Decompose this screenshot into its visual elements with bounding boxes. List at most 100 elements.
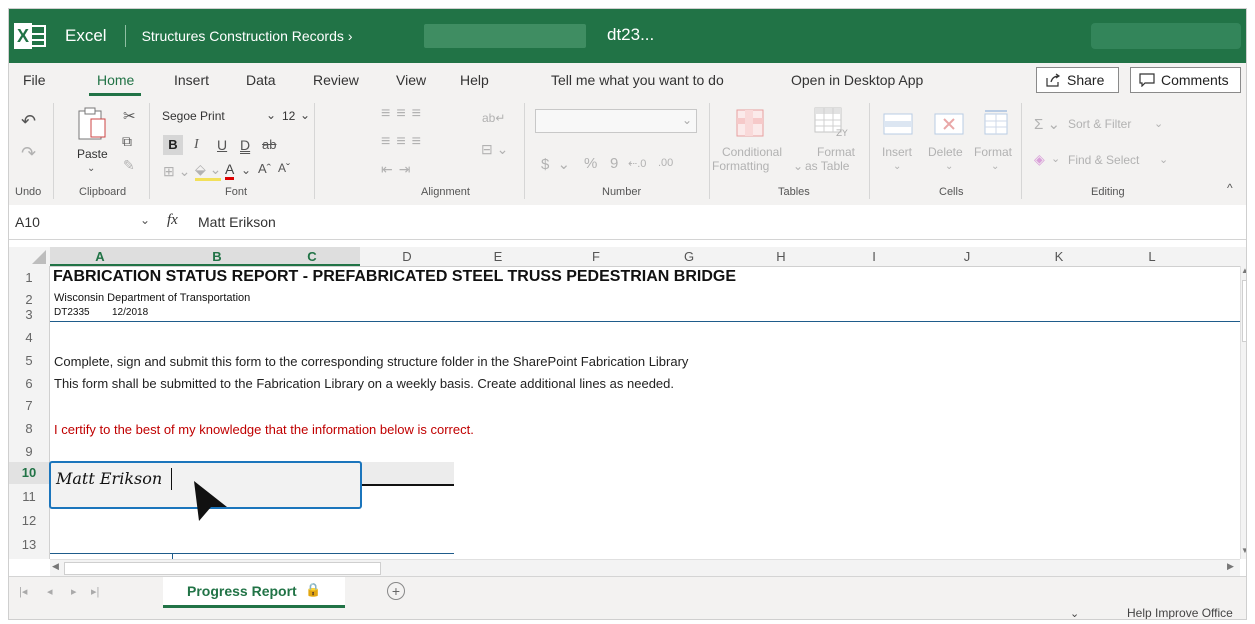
cell-a2[interactable]: Wisconsin Department of Transportation [54,292,250,304]
column-header-l[interactable]: L [1102,249,1202,264]
paste-label[interactable]: Paste [77,147,108,161]
increase-decimal-icon[interactable]: ⇠.0 [628,157,646,170]
column-header-b[interactable]: B [167,249,267,264]
cell-a5[interactable]: Complete, sign and submit this form to t… [54,354,688,369]
percent-icon[interactable]: % [584,155,597,172]
font-size-chevron-icon[interactable]: ⌄ [300,108,310,122]
italic-icon[interactable]: I [194,137,199,153]
delete-label[interactable]: Delete [928,145,963,159]
vertical-align-icons[interactable]: ≡≡≡ [381,105,427,123]
tab-view[interactable]: View [396,72,426,88]
strikethrough-icon[interactable]: ab [262,137,276,152]
row-header-5[interactable]: 5 [9,353,49,368]
format-as-table-icon[interactable]: ZY [814,107,848,137]
add-sheet-icon[interactable]: + [387,582,405,600]
format-as-table-label-2[interactable]: as Table [805,159,849,173]
clear-chevron-icon[interactable]: ⌄ [1051,152,1060,165]
row-header-13[interactable]: 13 [9,537,49,552]
open-desktop-app[interactable]: Open in Desktop App [791,72,923,88]
delete-cells-icon[interactable] [934,113,964,135]
column-header-i[interactable]: I [824,249,924,264]
delete-chevron-icon[interactable]: ⌄ [945,161,953,172]
column-header-f[interactable]: F [546,249,646,264]
collapse-ribbon-icon[interactable]: ^ [1227,181,1233,195]
as-table-chevron-icon[interactable]: ⌄ [793,159,803,173]
conditional-formatting-label-2[interactable]: Formatting [712,159,769,173]
redacted-account[interactable] [1091,23,1241,49]
breadcrumb[interactable]: Structures Construction Records [142,28,344,44]
scroll-up-icon[interactable]: ▲ [1241,266,1246,275]
copy-icon[interactable]: ⧉ [122,133,132,150]
insert-label[interactable]: Insert [882,145,912,159]
next-sheet-icon[interactable]: ▸ [71,585,77,598]
vertical-scrollbar[interactable]: ▲ ▼ [1240,266,1246,559]
name-box-chevron-icon[interactable]: ⌄ [140,213,150,227]
sheet-tab-progress-report[interactable]: Progress Report 🔒 [163,577,345,608]
currency-icon[interactable]: $ ⌄ [541,155,572,173]
format-as-table-label[interactable]: Format [817,145,855,159]
scroll-down-icon[interactable]: ▼ [1241,546,1246,555]
app-name[interactable]: Excel [65,26,107,46]
conditional-formatting-label[interactable]: Conditional [720,145,784,159]
redo-icon[interactable]: ↷ [21,143,36,164]
font-color-chevron-icon[interactable]: ⌄ [241,163,251,177]
vertical-scroll-thumb[interactable] [1242,280,1246,342]
horizontal-align-icons[interactable]: ≡≡≡ [381,133,427,151]
undo-icon[interactable]: ↶ [21,111,36,132]
column-header-h[interactable]: H [731,249,831,264]
number-format-select[interactable]: ⌄ [535,109,697,133]
format-chevron-icon[interactable]: ⌄ [991,161,999,172]
insert-chevron-icon[interactable]: ⌄ [893,161,901,172]
row-header-12[interactable]: 12 [9,513,49,528]
row-header-3[interactable]: 3 [9,307,49,322]
borders-icon[interactable]: ⊞ ⌄ [163,163,190,180]
comments-button[interactable]: Comments [1130,67,1241,93]
row-header-6[interactable]: 6 [9,376,49,391]
row-header-2[interactable]: 2 [9,292,49,307]
tell-me-search[interactable]: Tell me what you want to do [551,72,724,88]
column-header-e[interactable]: E [448,249,548,264]
font-name-chevron-icon[interactable]: ⌄ [266,108,276,122]
function-icon[interactable]: fx [167,212,178,229]
cell-a8-certify[interactable]: I certify to the best of my knowledge th… [54,422,474,437]
wrap-text-icon[interactable]: ab↵ [482,111,505,125]
select-all-icon[interactable] [31,250,47,264]
sort-filter-chevron-icon[interactable]: ⌄ [1154,117,1163,130]
underline-icon[interactable]: U [217,137,227,153]
cell-a3[interactable]: DT2335 [54,307,90,318]
increase-font-icon[interactable]: Aˆ [258,161,271,176]
fill-color-icon[interactable]: ⬙ ⌄ [195,161,222,181]
share-button[interactable]: Share [1036,67,1119,93]
double-underline-icon[interactable]: D [240,137,250,153]
decrease-font-icon[interactable]: Aˇ [278,161,290,175]
scroll-left-icon[interactable]: ◀ [52,561,59,572]
tab-review[interactable]: Review [313,72,359,88]
tab-help[interactable]: Help [460,72,489,88]
sort-filter-button[interactable]: Sort & Filter [1068,117,1131,131]
cell-b3[interactable]: 12/2018 [112,307,148,318]
find-select-button[interactable]: Find & Select [1068,153,1139,167]
row-header-11[interactable]: 11 [9,489,49,504]
column-header-a[interactable]: A [50,249,150,264]
row-header-4[interactable]: 4 [9,330,49,345]
cell-a6[interactable]: This form shall be submitted to the Fabr… [54,376,674,391]
column-header-k[interactable]: K [1009,249,1109,264]
merge-cells-icon[interactable]: ⊟ ⌄ [481,141,508,158]
column-header-j[interactable]: J [917,249,1017,264]
row-header-7[interactable]: 7 [9,398,49,413]
tab-home[interactable]: Home [97,72,134,88]
tab-insert[interactable]: Insert [174,72,209,88]
tab-data[interactable]: Data [246,72,276,88]
column-header-c[interactable]: C [262,249,362,264]
indent-icons[interactable]: ⇤⇥ [381,161,416,178]
column-header-d[interactable]: D [357,249,457,264]
font-size-select[interactable]: 12 [282,109,295,123]
cut-icon[interactable]: ✂ [123,107,136,125]
document-title[interactable]: dt23... [607,25,654,45]
last-sheet-icon[interactable]: ▸| [91,585,99,598]
conditional-formatting-icon[interactable] [736,109,764,137]
decrease-decimal-icon[interactable]: .00 [658,157,673,169]
row-header-10[interactable]: 10 [9,462,49,484]
horizontal-scroll-thumb[interactable] [64,562,381,575]
prev-sheet-icon[interactable]: ◂ [47,585,53,598]
